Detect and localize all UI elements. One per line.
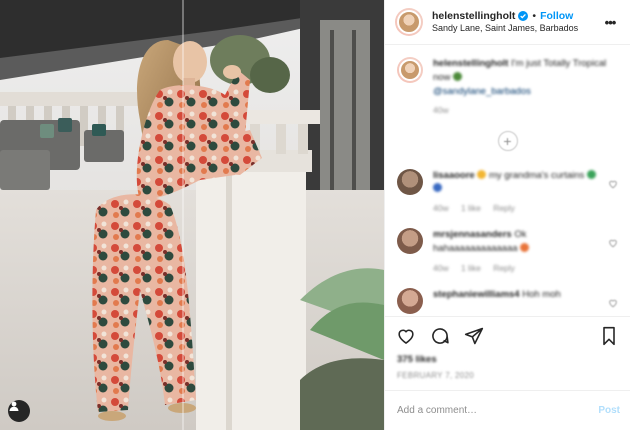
comment-username[interactable]: stephaniewilliams4	[433, 289, 520, 300]
comments-list[interactable]: helenstellingholt I'm just Totally Tropi…	[385, 45, 630, 316]
palm-emoji-icon	[453, 71, 463, 81]
caption-username[interactable]: helenstellingholt	[433, 58, 508, 69]
heart-icon[interactable]	[395, 325, 417, 347]
tagged-users-button[interactable]	[8, 400, 30, 422]
comment-bubble-icon[interactable]	[429, 325, 451, 347]
commenter-avatar[interactable]	[397, 288, 423, 315]
comment-likes[interactable]: 1 like	[461, 263, 481, 273]
more-options-icon[interactable]: •••	[600, 15, 620, 30]
caption: helenstellingholt I'm just Totally Tropi…	[397, 57, 618, 117]
comment-age[interactable]: 40w	[433, 263, 449, 273]
comment-age[interactable]: 40w	[433, 203, 449, 213]
emoji-icon	[520, 243, 530, 253]
laughing-emoji-icon	[477, 169, 487, 179]
commenter-avatar[interactable]	[397, 168, 423, 195]
emoji-icon	[586, 169, 596, 179]
comment-username[interactable]: mrsjennasanders	[433, 229, 512, 240]
caption-avatar[interactable]	[397, 57, 423, 83]
comment-likes[interactable]: 1 like	[461, 203, 481, 213]
reply-button[interactable]: Reply	[493, 263, 515, 273]
follow-button[interactable]: Follow	[540, 10, 573, 23]
post-date[interactable]: FEBRUARY 7, 2020	[385, 365, 630, 390]
caption-mention[interactable]: @sandylane_barbados	[433, 86, 531, 97]
comment-like-heart-icon[interactable]	[608, 298, 618, 308]
load-more-comments[interactable]: +	[397, 130, 618, 151]
add-comment-bar: Post	[385, 390, 630, 430]
author-avatar[interactable]	[395, 8, 423, 36]
verified-badge-icon	[518, 11, 529, 22]
post-comment-button[interactable]: Post	[598, 405, 620, 416]
plus-circle-icon[interactable]: +	[497, 130, 518, 151]
comment-username[interactable]: lisaaoore	[433, 170, 475, 181]
comment-item: mrsjennasanders Ok hahaaaaaaaaaaaaa 40w …	[397, 228, 618, 274]
commenter-avatar[interactable]	[397, 228, 423, 255]
post-header: helenstellingholt • Follow Sandy Lane, S…	[385, 0, 630, 45]
comment-text: my grandma's curtains	[489, 169, 585, 181]
comment-like-heart-icon[interactable]	[608, 238, 618, 248]
post-photo[interactable]	[0, 0, 384, 430]
post-sidebar: helenstellingholt • Follow Sandy Lane, S…	[384, 0, 630, 430]
photo-illustration	[0, 0, 384, 430]
comment-text: Hoh moh	[522, 289, 561, 301]
comment-input[interactable]	[397, 405, 599, 416]
bookmark-icon[interactable]	[598, 325, 620, 347]
post-location[interactable]: Sandy Lane, Saint James, Barbados	[432, 23, 600, 34]
paper-plane-icon[interactable]	[463, 325, 485, 347]
comment-item: stephaniewilliams4 Hoh moh	[397, 288, 618, 315]
user-icon	[9, 401, 19, 411]
header-separator: •	[532, 9, 537, 22]
author-username[interactable]: helenstellingholt	[432, 10, 515, 23]
instagram-post: helenstellingholt • Follow Sandy Lane, S…	[0, 0, 630, 430]
comment-item: lisaaoore my grandma's curtains 40w 1 li…	[397, 168, 618, 215]
post-actions	[385, 316, 630, 354]
reply-button[interactable]: Reply	[493, 203, 515, 213]
emoji-icon	[433, 183, 442, 193]
caption-age[interactable]: 40w	[433, 105, 449, 115]
comment-like-heart-icon[interactable]	[608, 179, 618, 189]
likes-count[interactable]: 375 likes	[385, 354, 630, 365]
